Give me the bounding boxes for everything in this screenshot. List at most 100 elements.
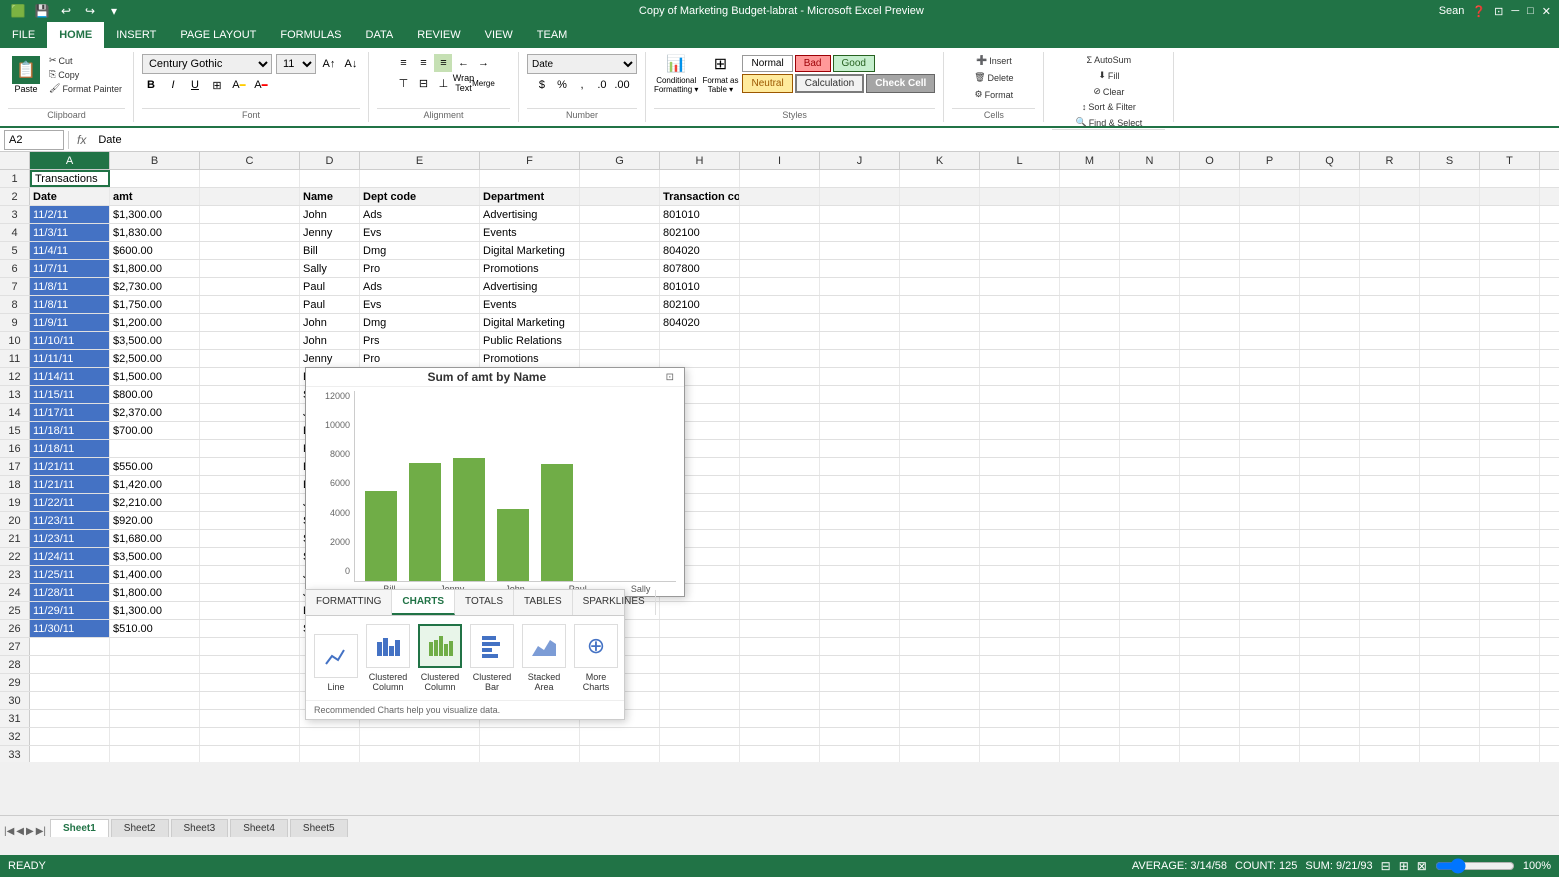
cell[interactable]: Paul xyxy=(300,296,360,313)
cell[interactable] xyxy=(660,746,740,762)
cell[interactable] xyxy=(1360,242,1420,259)
cell[interactable] xyxy=(30,674,110,691)
cell[interactable] xyxy=(1420,584,1480,601)
cell[interactable] xyxy=(1360,746,1420,762)
cell[interactable] xyxy=(1120,728,1180,745)
cell[interactable] xyxy=(740,368,820,385)
cell[interactable]: $1,800.00 xyxy=(110,260,200,277)
cell[interactable]: 11/17/11 xyxy=(30,404,110,421)
cell[interactable] xyxy=(740,620,820,637)
cell[interactable] xyxy=(1240,278,1300,295)
cell[interactable] xyxy=(1360,188,1420,205)
cell[interactable] xyxy=(1300,494,1360,511)
cell[interactable] xyxy=(1420,638,1480,655)
cell[interactable] xyxy=(1060,746,1120,762)
cell[interactable]: Digital Marketing xyxy=(480,242,580,259)
cell[interactable] xyxy=(820,422,900,439)
cell[interactable] xyxy=(1240,710,1300,727)
cell[interactable] xyxy=(1120,692,1180,709)
col-header-g[interactable]: G xyxy=(580,152,660,169)
cell[interactable] xyxy=(740,728,820,745)
cell[interactable] xyxy=(1300,692,1360,709)
cell[interactable] xyxy=(1420,440,1480,457)
cell[interactable]: 11/21/11 xyxy=(30,458,110,475)
cell[interactable] xyxy=(1480,710,1540,727)
format-as-table-btn[interactable]: ⊞ Format asTable ▾ xyxy=(702,54,738,94)
cell[interactable] xyxy=(1360,710,1420,727)
cell[interactable] xyxy=(1300,476,1360,493)
cell[interactable] xyxy=(1480,440,1540,457)
cell[interactable]: amt xyxy=(110,188,200,205)
cell[interactable] xyxy=(1120,602,1180,619)
percent-button[interactable]: % xyxy=(553,76,571,94)
cell[interactable]: 11/21/11 xyxy=(30,476,110,493)
cell[interactable] xyxy=(580,170,660,187)
cell[interactable] xyxy=(1420,296,1480,313)
chart-bar-group[interactable] xyxy=(453,458,485,581)
cell[interactable] xyxy=(1120,530,1180,547)
cell[interactable] xyxy=(660,350,740,367)
cell[interactable] xyxy=(1180,404,1240,421)
tab-formulas[interactable]: FORMULAS xyxy=(268,22,353,48)
cell[interactable] xyxy=(1060,314,1120,331)
sheet-tab-4[interactable]: Sheet4 xyxy=(230,819,288,837)
cell[interactable] xyxy=(1300,440,1360,457)
undo-icon[interactable]: ↩ xyxy=(56,1,76,21)
cell[interactable] xyxy=(1240,314,1300,331)
cell[interactable] xyxy=(580,332,660,349)
cell[interactable] xyxy=(980,710,1060,727)
cell[interactable]: 11/11/11 xyxy=(30,350,110,367)
cell[interactable] xyxy=(1420,278,1480,295)
cell[interactable] xyxy=(1120,620,1180,637)
cell[interactable] xyxy=(1300,638,1360,655)
cell[interactable] xyxy=(820,206,900,223)
cell[interactable]: $2,370.00 xyxy=(110,404,200,421)
cell[interactable] xyxy=(980,458,1060,475)
cell[interactable] xyxy=(1300,170,1360,187)
next-sheet-icon[interactable]: ▶ xyxy=(26,826,34,837)
chart-bar-group[interactable] xyxy=(409,463,441,581)
cell[interactable] xyxy=(1420,368,1480,385)
cell[interactable] xyxy=(1240,530,1300,547)
cell[interactable] xyxy=(1180,620,1240,637)
cell[interactable] xyxy=(1360,332,1420,349)
cell[interactable] xyxy=(1180,584,1240,601)
cell[interactable] xyxy=(200,746,300,762)
cell[interactable] xyxy=(980,602,1060,619)
cell[interactable] xyxy=(1060,530,1120,547)
cell[interactable] xyxy=(30,638,110,655)
cell[interactable] xyxy=(980,422,1060,439)
col-header-m[interactable]: M xyxy=(1060,152,1120,169)
cell[interactable] xyxy=(360,728,480,745)
cell[interactable] xyxy=(1180,602,1240,619)
cell[interactable] xyxy=(740,602,820,619)
increase-decimal-button[interactable]: .00 xyxy=(613,76,631,94)
style-calculation[interactable]: Calculation xyxy=(795,74,864,93)
tab-pagelayout[interactable]: PAGE LAYOUT xyxy=(168,22,268,48)
cell[interactable] xyxy=(1420,170,1480,187)
cell[interactable] xyxy=(1480,206,1540,223)
cell[interactable] xyxy=(900,584,980,601)
cell[interactable] xyxy=(200,476,300,493)
col-header-l[interactable]: L xyxy=(980,152,1060,169)
cell[interactable] xyxy=(1300,512,1360,529)
cell[interactable] xyxy=(1300,278,1360,295)
cell[interactable] xyxy=(980,350,1060,367)
cell[interactable] xyxy=(1420,512,1480,529)
cell[interactable] xyxy=(1060,386,1120,403)
cell[interactable] xyxy=(1120,494,1180,511)
cell[interactable] xyxy=(200,692,300,709)
paste-button[interactable]: 📋 Paste xyxy=(8,54,44,96)
cell[interactable] xyxy=(110,170,200,187)
cell[interactable] xyxy=(900,206,980,223)
cell[interactable] xyxy=(980,512,1060,529)
cell[interactable] xyxy=(1360,224,1420,241)
cell[interactable]: Promotions xyxy=(480,350,580,367)
align-right-button[interactable]: ≡ xyxy=(434,54,452,72)
cell[interactable] xyxy=(820,314,900,331)
decrease-indent-button[interactable]: ← xyxy=(454,54,472,72)
cell[interactable] xyxy=(1420,332,1480,349)
cell[interactable] xyxy=(660,728,740,745)
cell[interactable] xyxy=(1120,278,1180,295)
cell[interactable] xyxy=(1540,206,1559,223)
